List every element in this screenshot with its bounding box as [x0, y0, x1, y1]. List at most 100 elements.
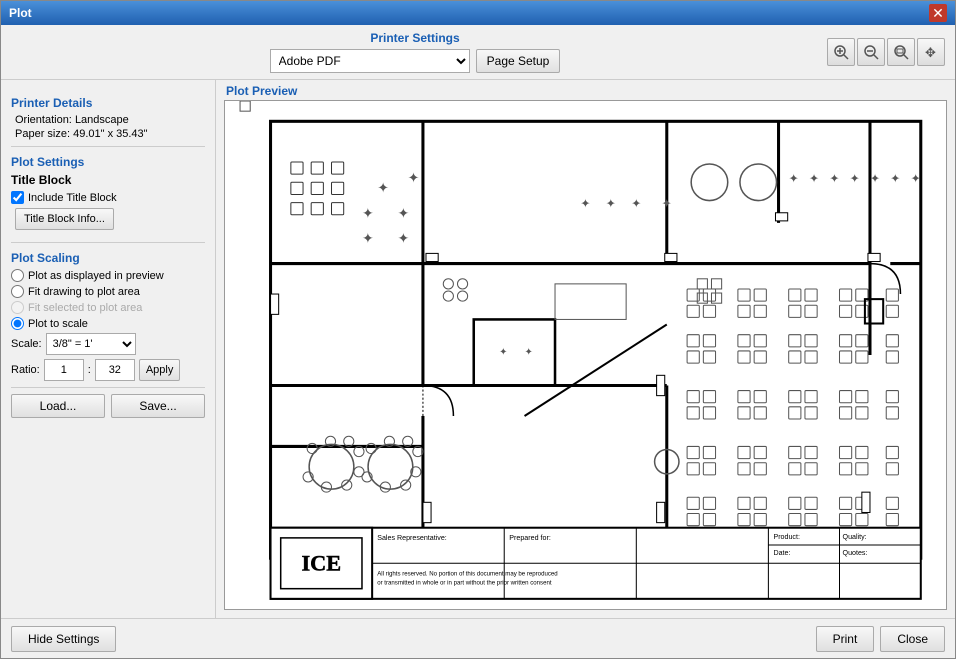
svg-text:Quality:: Quality:	[843, 533, 867, 541]
bottom-left-buttons: Hide Settings	[11, 626, 116, 652]
close-button[interactable]: Close	[880, 626, 945, 652]
paper-size-info: Paper size: 49.01" x 35.43"	[11, 128, 205, 140]
save-button[interactable]: Save...	[111, 394, 205, 418]
radio-fit-selected-row: Fit selected to plot area	[11, 301, 205, 314]
load-save-row: Load... Save...	[11, 394, 205, 418]
paper-size-value: 49.01" x 35.43"	[73, 128, 147, 140]
top-bar: Printer Settings Adobe PDF Microsoft Pri…	[1, 25, 955, 80]
load-button[interactable]: Load...	[11, 394, 105, 418]
fit-drawing-label: Fit drawing to plot area	[28, 286, 140, 298]
svg-text:✦: ✦	[398, 231, 410, 247]
printer-details-title: Printer Details	[11, 96, 205, 110]
zoom-in-button[interactable]	[827, 38, 855, 66]
left-panel: Printer Details Orientation: Landscape P…	[1, 80, 216, 618]
fit-selected-radio[interactable]	[11, 301, 24, 314]
svg-text:✥: ✥	[925, 45, 936, 60]
orientation-info: Orientation: Landscape	[11, 114, 205, 126]
floor-plan-svg: ICE Sales Representative: Prepared fo	[225, 101, 946, 609]
svg-text:✦: ✦	[525, 347, 534, 358]
svg-text:Date:: Date:	[773, 549, 790, 557]
include-title-block-checkbox[interactable]	[11, 191, 24, 204]
ratio-label: Ratio:	[11, 364, 40, 376]
canvas-area: ICE Sales Representative: Prepared fo	[224, 100, 947, 610]
fit-drawing-radio[interactable]	[11, 285, 24, 298]
plot-to-scale-radio[interactable]	[11, 317, 24, 330]
svg-text:✦: ✦	[789, 171, 799, 185]
svg-text:Prepared for:: Prepared for:	[509, 534, 551, 542]
printer-settings-section: Printer Settings Adobe PDF Microsoft Pri…	[11, 31, 819, 73]
svg-text:✦: ✦	[499, 347, 508, 358]
title-block-subtitle: Title Block	[11, 173, 205, 187]
paper-size-label: Paper size:	[15, 128, 70, 140]
zoom-out-button[interactable]	[857, 38, 885, 66]
svg-text:Product:: Product:	[773, 533, 800, 541]
svg-text:✦: ✦	[890, 171, 900, 185]
pan-icon: ✥	[923, 44, 939, 60]
svg-text:✦: ✦	[408, 170, 420, 186]
ratio-row: Ratio: 1 : 32 Apply	[11, 359, 205, 381]
print-button[interactable]: Print	[816, 626, 875, 652]
radio-fit-drawing-row: Fit drawing to plot area	[11, 285, 205, 298]
plot-as-displayed-radio[interactable]	[11, 269, 24, 282]
bottom-bar: Hide Settings Print Close	[1, 618, 955, 658]
svg-text:or transmitted in whole or in: or transmitted in whole or in part witho…	[377, 580, 552, 587]
printer-select[interactable]: Adobe PDF Microsoft Print to PDF XPS Doc…	[270, 49, 470, 73]
printer-row: Adobe PDF Microsoft Print to PDF XPS Doc…	[270, 49, 561, 73]
svg-text:✦: ✦	[398, 206, 410, 222]
scale-label: Scale:	[11, 338, 42, 350]
plot-preview-label: Plot Preview	[216, 80, 955, 100]
page-setup-button[interactable]: Page Setup	[476, 49, 561, 73]
fit-selected-label: Fit selected to plot area	[28, 302, 142, 314]
svg-text:✦: ✦	[662, 197, 672, 211]
zoom-fit-icon	[893, 44, 909, 60]
svg-text:✦: ✦	[362, 206, 374, 222]
svg-text:✦: ✦	[606, 197, 616, 211]
orientation-label: Orientation:	[15, 114, 72, 126]
svg-text:✦: ✦	[829, 171, 839, 185]
svg-text:✦: ✦	[362, 231, 374, 247]
pan-button[interactable]: ✥	[917, 38, 945, 66]
printer-settings-label: Printer Settings	[370, 31, 459, 45]
svg-text:ICE: ICE	[301, 550, 341, 575]
svg-text:✦: ✦	[870, 171, 880, 185]
svg-text:✦: ✦	[911, 171, 921, 185]
scale-row: Scale: 3/8" = 1' 1/4" = 1' 1/2" = 1' 1" …	[11, 333, 205, 355]
plot-settings-title: Plot Settings	[11, 155, 205, 169]
ratio-right-input[interactable]: 32	[95, 359, 135, 381]
plot-window: Plot ✕ Printer Settings Adobe PDF Micros…	[0, 0, 956, 659]
zoom-out-icon	[863, 44, 879, 60]
scale-select[interactable]: 3/8" = 1' 1/4" = 1' 1/2" = 1' 1" = 1'	[46, 333, 136, 355]
zoom-in-icon	[833, 44, 849, 60]
toolbar-icons: ✥	[827, 38, 945, 66]
ratio-left-input[interactable]: 1	[44, 359, 84, 381]
svg-text:✦: ✦	[631, 197, 641, 211]
include-title-block-row: Include Title Block	[11, 191, 205, 204]
radio-preview-row: Plot as displayed in preview	[11, 269, 205, 282]
close-window-button[interactable]: ✕	[929, 4, 947, 22]
plot-as-displayed-label: Plot as displayed in preview	[28, 270, 164, 282]
window-title: Plot	[9, 6, 32, 20]
title-block-info-button[interactable]: Title Block Info...	[15, 208, 114, 230]
hide-settings-button[interactable]: Hide Settings	[11, 626, 116, 652]
right-panel: Plot Preview ICE	[216, 80, 955, 618]
title-block-info-row: Title Block Info...	[11, 208, 205, 236]
radio-plot-to-scale-row: Plot to scale	[11, 317, 205, 330]
svg-text:✦: ✦	[580, 197, 590, 211]
svg-text:✦: ✦	[809, 171, 819, 185]
svg-text:✦: ✦	[850, 171, 860, 185]
bottom-right-buttons: Print Close	[816, 626, 945, 652]
plot-scaling-title: Plot Scaling	[11, 251, 205, 265]
ratio-colon: :	[88, 364, 91, 376]
zoom-fit-button[interactable]	[887, 38, 915, 66]
svg-text:Quotes:: Quotes:	[843, 549, 868, 557]
include-title-block-label: Include Title Block	[28, 192, 117, 204]
plot-to-scale-label: Plot to scale	[28, 318, 88, 330]
orientation-value: Landscape	[75, 114, 129, 126]
divider-1	[11, 146, 205, 147]
divider-3	[11, 387, 205, 388]
svg-text:All rights reserved. No portio: All rights reserved. No portion of this …	[377, 570, 557, 577]
apply-button[interactable]: Apply	[139, 359, 181, 381]
svg-text:Sales Representative:: Sales Representative:	[377, 534, 447, 542]
svg-text:✦: ✦	[377, 180, 389, 196]
title-bar: Plot ✕	[1, 1, 955, 25]
